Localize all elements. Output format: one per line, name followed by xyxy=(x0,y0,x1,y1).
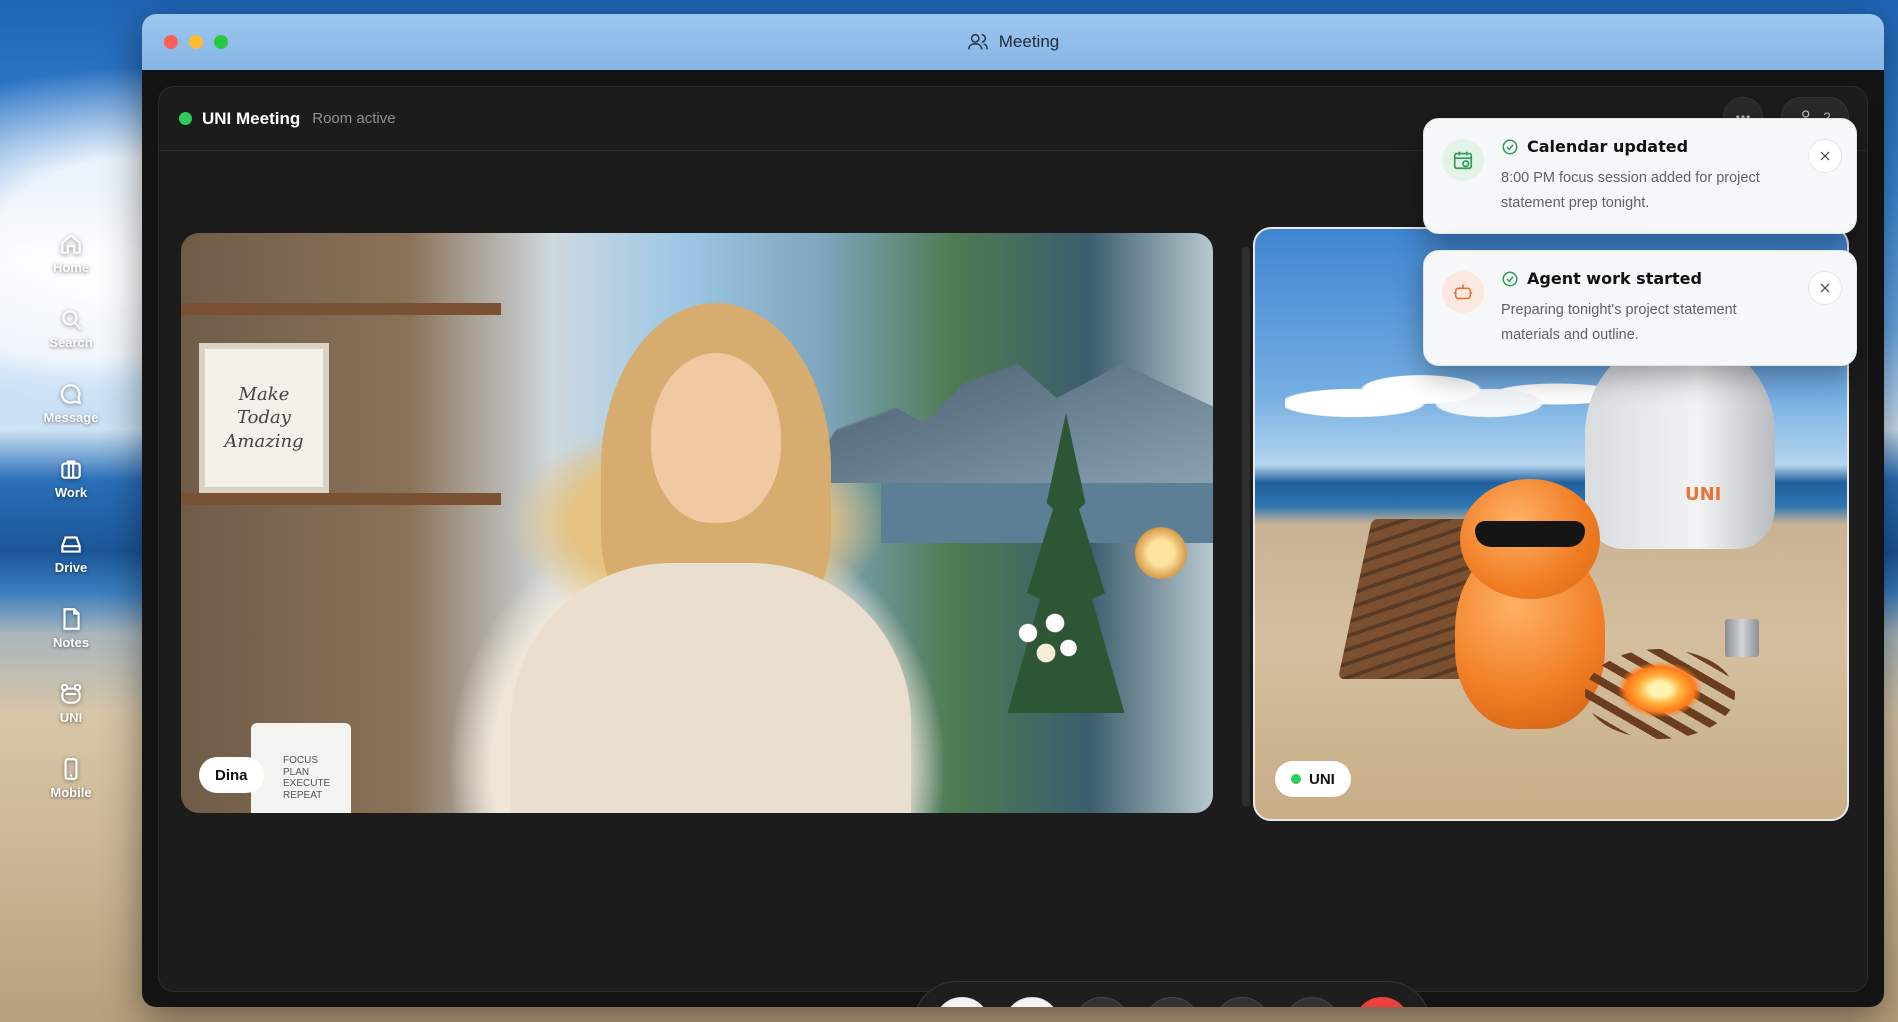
share-screen-button[interactable] xyxy=(1074,997,1130,1007)
dock-label: Work xyxy=(54,484,88,500)
coffee-mug: FOCUS PLAN EXECUTE REPEAT xyxy=(251,723,351,813)
camera-button[interactable] xyxy=(1004,997,1060,1007)
dock-item-search[interactable]: Search xyxy=(0,290,142,365)
notification-icon xyxy=(1442,271,1484,313)
title-bar: Meeting xyxy=(142,14,1884,70)
briefcase-icon xyxy=(61,459,81,479)
participant-face xyxy=(651,353,781,523)
calendar-icon xyxy=(1453,151,1473,170)
wall-art-text: Make Today Amazing xyxy=(224,383,304,452)
video-tile-dina[interactable]: Make Today Amazing FOCUS PLAN EXECUTE RE… xyxy=(181,233,1213,813)
lamp-bulb xyxy=(1131,523,1191,583)
notification-title: Agent work started xyxy=(1527,269,1702,288)
campfire xyxy=(1585,649,1735,739)
end-call-button[interactable] xyxy=(1354,997,1410,1007)
dock-item-home[interactable]: Home xyxy=(0,215,142,290)
zoom-window-button[interactable] xyxy=(214,35,228,49)
participant-name-tag: UNI xyxy=(1275,761,1351,797)
notification-calendar-updated: Calendar updated 8:00 PM focus session a… xyxy=(1423,118,1857,234)
uni-bear-icon xyxy=(60,683,82,704)
dock-label: Notes xyxy=(52,634,90,650)
search-icon xyxy=(62,309,82,330)
notification-body: 8:00 PM focus session added for project … xyxy=(1501,170,1760,212)
space-capsule xyxy=(1585,339,1775,549)
close-icon xyxy=(1820,151,1830,161)
call-controls xyxy=(913,981,1431,1007)
dock-label: Message xyxy=(43,409,99,425)
bookshelf xyxy=(181,303,501,315)
dock-label: Home xyxy=(52,259,90,275)
home-icon xyxy=(61,233,81,254)
check-circle-icon xyxy=(1502,271,1518,286)
raise-hand-button[interactable] xyxy=(1214,997,1270,1007)
room-status-dot xyxy=(179,112,192,125)
notification-icon xyxy=(1442,139,1484,181)
dock-label: Mobile xyxy=(50,784,92,800)
room-name: UNI Meeting xyxy=(202,108,301,128)
mountain-view xyxy=(801,347,1213,483)
capsule-logo: UNI xyxy=(1685,484,1722,505)
dock-item-notes[interactable]: Notes xyxy=(0,590,142,665)
dock-item-uni[interactable]: UNI xyxy=(0,665,142,740)
room-status: Room active xyxy=(312,110,396,127)
window-controls xyxy=(164,35,228,49)
speaking-indicator-dot xyxy=(1291,774,1301,784)
mug-text: FOCUS PLAN EXECUTE REPEAT xyxy=(283,755,331,801)
flower-vase xyxy=(1001,593,1091,693)
dock-label: Search xyxy=(49,334,93,350)
dock-label: UNI xyxy=(59,709,83,725)
participant-name-tag: Dina xyxy=(199,757,264,793)
people-icon xyxy=(967,33,988,50)
dismiss-notification-button[interactable] xyxy=(1808,271,1842,305)
dock-item-drive[interactable]: Drive xyxy=(0,515,142,590)
notification-title-row: Agent work started xyxy=(1501,269,1836,288)
minimize-window-button[interactable] xyxy=(189,35,203,49)
notification-title: Calendar updated xyxy=(1527,137,1689,156)
message-icon xyxy=(60,383,82,404)
sunglasses xyxy=(1475,521,1585,547)
tile-resize-handle[interactable] xyxy=(1242,247,1250,807)
reactions-button[interactable] xyxy=(1144,997,1200,1007)
notification-body: Preparing tonight's project statement ma… xyxy=(1501,302,1737,344)
notification-agent-work-started: Agent work started Preparing tonight's p… xyxy=(1423,250,1857,366)
participant-name: Dina xyxy=(215,766,248,784)
close-icon xyxy=(1820,283,1830,293)
check-circle-icon xyxy=(1502,139,1518,154)
dock-item-mobile[interactable]: Mobile xyxy=(0,740,142,815)
drive-icon xyxy=(61,535,81,553)
metal-cup xyxy=(1725,619,1759,657)
notification-title-row: Calendar updated xyxy=(1501,137,1836,156)
window-title-text: Meeting xyxy=(998,32,1060,51)
more-options-button[interactable] xyxy=(1284,997,1340,1007)
dock-label: Drive xyxy=(54,559,88,575)
close-window-button[interactable] xyxy=(164,35,178,49)
mobile-icon xyxy=(64,757,78,780)
notes-icon xyxy=(63,607,80,630)
window-title: Meeting xyxy=(967,31,1059,53)
robot-icon xyxy=(1453,284,1473,300)
participant-name: UNI xyxy=(1309,770,1335,788)
microphone-button[interactable] xyxy=(934,997,990,1007)
participant-sweater xyxy=(511,563,911,813)
dock-item-work[interactable]: Work xyxy=(0,440,142,515)
dismiss-notification-button[interactable] xyxy=(1808,139,1842,173)
wall-art: Make Today Amazing xyxy=(199,343,329,493)
bookshelf xyxy=(181,493,501,505)
dock-item-message[interactable]: Message xyxy=(0,365,142,440)
app-dock: Home Search Message Work Drive Notes UNI… xyxy=(0,215,142,815)
